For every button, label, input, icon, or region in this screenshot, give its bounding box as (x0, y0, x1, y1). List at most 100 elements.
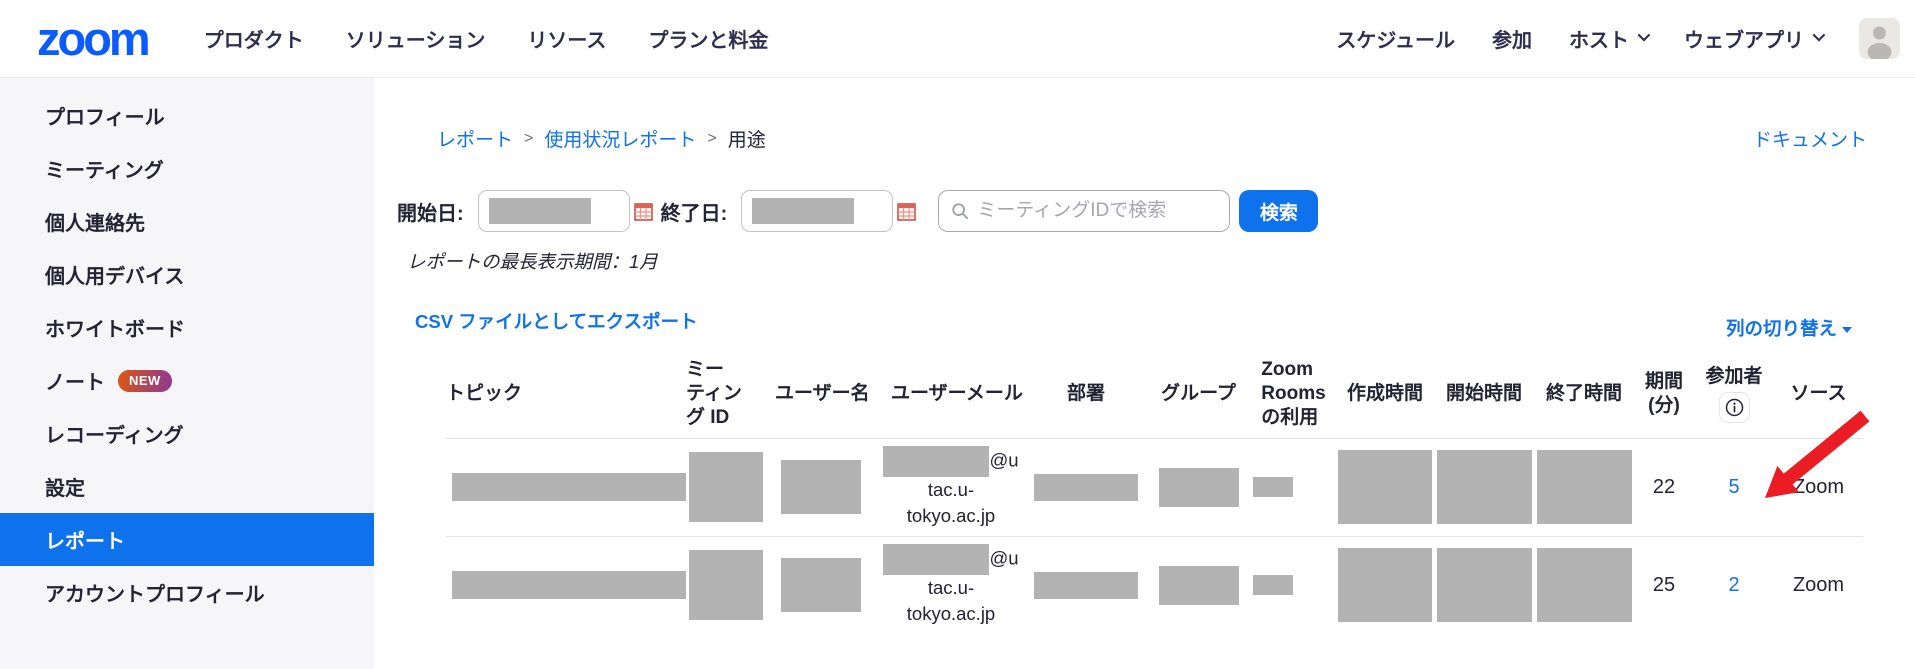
end-date-label: 終了日: (661, 197, 728, 226)
nav-web-app-label: ウェブアプリ (1684, 24, 1804, 53)
sidebar-item-notes[interactable]: ノート NEW (0, 354, 374, 407)
redacted-block (781, 460, 861, 514)
calendar-icon[interactable] (897, 202, 916, 221)
redacted-block (1253, 575, 1293, 595)
start-date-label: 開始日: (397, 197, 464, 226)
calendar-icon[interactable] (634, 202, 653, 221)
col-user-email: ユーザーメール (876, 350, 1026, 438)
col-end-time: 終了時間 (1534, 350, 1634, 438)
user-email-cell: @u tac.u- tokyo.ac.jp (876, 536, 1026, 634)
breadcrumb-reports-link[interactable]: レポート (437, 125, 513, 152)
redacted-block (689, 550, 763, 620)
col-created-time: 作成時間 (1336, 350, 1434, 438)
group-cell (1146, 438, 1251, 536)
redacted-block (883, 446, 989, 477)
topic-cell (446, 536, 686, 634)
created-time-cell (1336, 438, 1434, 536)
redacted-block (1034, 474, 1138, 501)
toggle-columns-dropdown[interactable]: 列の切り替え (1726, 315, 1852, 341)
zoom-rooms-cell (1251, 438, 1336, 536)
sidebar-item-account-profile[interactable]: アカウントプロフィール (0, 566, 374, 619)
nav-host-label: ホスト (1569, 24, 1629, 53)
user-name-cell (766, 438, 876, 536)
info-icon[interactable] (1719, 392, 1750, 423)
sidebar-item-notes-label: ノート (45, 366, 105, 395)
documentation-link[interactable]: ドキュメント (1753, 125, 1867, 152)
redacted-block (883, 544, 989, 575)
end-date-input[interactable] (741, 190, 893, 232)
duration-cell: 22 (1634, 438, 1694, 536)
redacted-block (489, 198, 591, 224)
redacted-block (752, 198, 854, 224)
export-csv-link[interactable]: CSV ファイルとしてエクスポート (415, 308, 698, 334)
group-cell (1146, 536, 1251, 634)
breadcrumb: レポート > 使用状況レポート > 用途 (437, 125, 766, 152)
account-nav: スケジュール 参加 ホスト ウェブアプリ (1336, 18, 1900, 59)
start-date-input[interactable] (478, 190, 630, 232)
col-source: ソース (1774, 350, 1863, 438)
nav-schedule[interactable]: スケジュール (1336, 24, 1455, 53)
redacted-block (1253, 477, 1293, 497)
nav-products[interactable]: プロダクト (204, 24, 304, 53)
redacted-block (1437, 450, 1532, 524)
sidebar-item-reports[interactable]: レポート (0, 513, 374, 566)
sidebar-item-profile[interactable]: プロフィール (0, 89, 374, 142)
nav-join[interactable]: 参加 (1492, 24, 1532, 53)
end-time-cell (1534, 438, 1634, 536)
breadcrumb-separator: > (524, 130, 533, 148)
meeting-id-cell (686, 536, 766, 634)
sidebar-item-recordings[interactable]: レコーディング (0, 407, 374, 460)
sidebar-item-devices[interactable]: 個人用デバイス (0, 248, 374, 301)
nav-host[interactable]: ホスト (1569, 24, 1647, 53)
report-period-note: レポートの最長表示期間：1月 (407, 248, 658, 274)
table-row: @u tac.u- tokyo.ac.jp 25 2 Zoom (446, 536, 1863, 634)
nav-resources[interactable]: リソース (527, 24, 606, 53)
breadcrumb-usage-report-link[interactable]: 使用状況レポート (544, 125, 696, 152)
search-button[interactable]: 検索 (1239, 190, 1318, 232)
usage-report-table: トピック ミー ティン グ ID ユーザー名 ユーザーメール 部署 グループ Z… (446, 350, 1863, 634)
user-avatar[interactable] (1859, 18, 1900, 59)
search-input[interactable] (977, 200, 1217, 222)
report-filter-row: 開始日: 終了日: (397, 190, 1318, 232)
participants-count-link[interactable]: 2 (1728, 574, 1739, 596)
source-cell: Zoom (1774, 536, 1863, 634)
main-content: レポート > 使用状況レポート > 用途 ドキュメント 開始日: 終了日: (374, 78, 1915, 669)
col-topic: トピック (446, 350, 686, 438)
redacted-block (1537, 548, 1632, 622)
search-icon (951, 201, 969, 221)
sidebar-item-contacts[interactable]: 個人連絡先 (0, 195, 374, 248)
sidebar-item-settings[interactable]: 設定 (0, 460, 374, 513)
department-cell (1026, 536, 1146, 634)
col-duration: 期間 (分) (1634, 350, 1694, 438)
col-start-time: 開始時間 (1434, 350, 1534, 438)
new-badge: NEW (118, 370, 172, 392)
redacted-block (452, 571, 686, 599)
person-icon (1859, 18, 1900, 59)
triangle-down-icon (1842, 327, 1852, 333)
participants-count-link[interactable]: 5 (1728, 476, 1739, 498)
chevron-down-icon (1813, 28, 1826, 41)
redacted-block (1537, 450, 1632, 524)
participants-cell: 2 (1694, 536, 1774, 634)
main-nav: プロダクト ソリューション リソース プランと料金 (204, 24, 769, 53)
top-navigation-bar: zoom プロダクト ソリューション リソース プランと料金 スケジュール 参加… (0, 0, 1915, 78)
zoom-logo[interactable]: zoom (37, 15, 148, 62)
redacted-block (1338, 450, 1431, 524)
created-time-cell (1336, 536, 1434, 634)
nav-plans-pricing[interactable]: プランと料金 (648, 24, 768, 53)
zoom-rooms-cell (1251, 536, 1336, 634)
redacted-block (452, 473, 686, 501)
redacted-block (781, 558, 861, 612)
sidebar-item-whiteboard[interactable]: ホワイトボード (0, 301, 374, 354)
redacted-block (1159, 566, 1239, 605)
sidebar-item-meetings[interactable]: ミーティング (0, 142, 374, 195)
meeting-id-search-box (938, 190, 1230, 232)
source-cell: Zoom (1774, 438, 1863, 536)
department-cell (1026, 438, 1146, 536)
col-department: 部署 (1026, 350, 1146, 438)
col-meeting-id: ミー ティン グ ID (686, 350, 766, 438)
nav-solutions[interactable]: ソリューション (346, 24, 486, 53)
table-row: @u tac.u- tokyo.ac.jp 22 5 Zoom (446, 438, 1863, 536)
start-time-cell (1434, 438, 1534, 536)
nav-web-app[interactable]: ウェブアプリ (1684, 24, 1822, 53)
